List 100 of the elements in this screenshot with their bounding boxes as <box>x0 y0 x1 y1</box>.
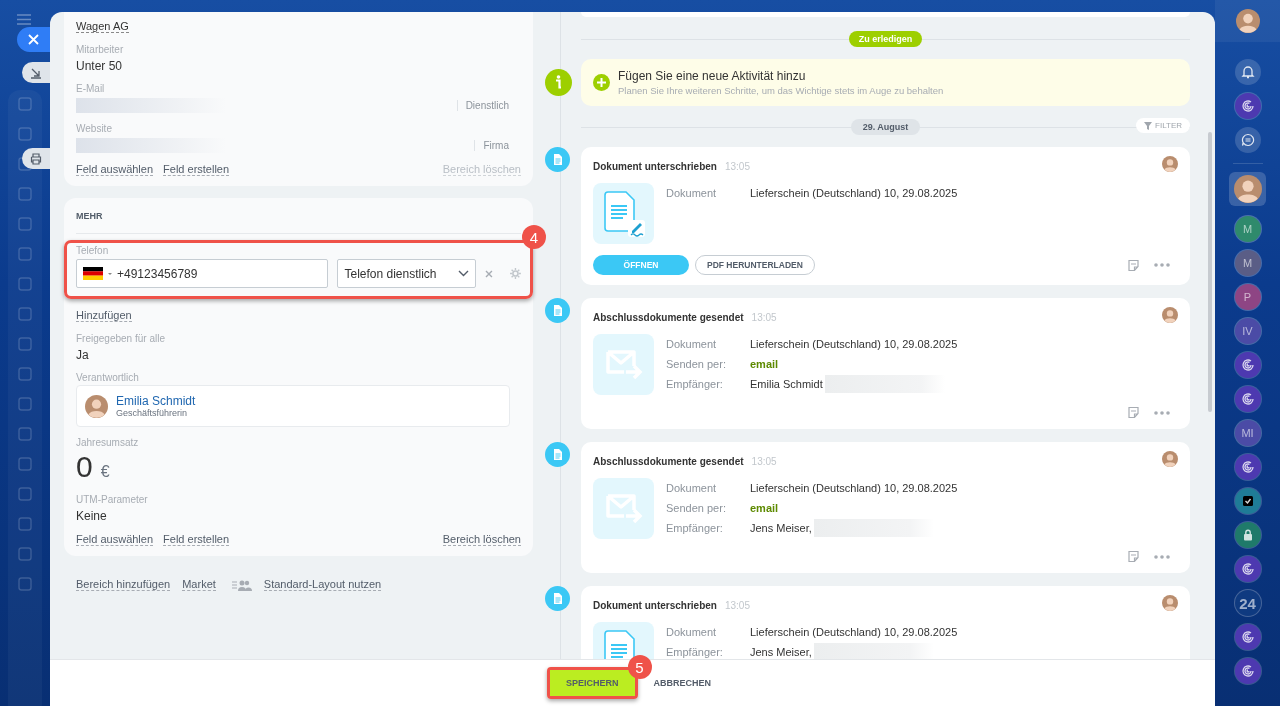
chat-icon[interactable] <box>1240 133 1255 147</box>
detail-value: Lieferschein (Deutschland) 10, 29.08.2025 <box>750 187 958 199</box>
field-label: Website <box>76 123 113 134</box>
detail-value: email <box>750 358 779 370</box>
avatar <box>85 394 108 418</box>
add-link[interactable]: Hinzufügen <box>76 309 132 322</box>
spiral-icon[interactable] <box>1240 99 1255 113</box>
add-activity-card[interactable]: Fügen Sie eine neue Aktivität hinzu Planen Sie Ihre weiteren Schritte, um das Wichtige stets im Auge zu behalten <box>581 59 1190 106</box>
field-label: Telefon <box>76 245 110 256</box>
layout-link[interactable]: Standard-Layout nutzen <box>263 578 382 591</box>
detail-label: Empfänger: <box>666 378 724 390</box>
spiral-icon[interactable] <box>1240 392 1255 406</box>
person-role: Geschäftsführerin <box>116 408 189 418</box>
avatar <box>1162 307 1178 323</box>
phone-field[interactable]: +49123456789 <box>76 259 329 288</box>
field-link[interactable]: Feld erstellen <box>163 533 230 546</box>
document-icon <box>545 147 570 172</box>
arrow-icon <box>30 66 42 79</box>
company-link[interactable]: Wagen AG <box>76 20 129 33</box>
document-icon <box>545 298 570 323</box>
note-icon[interactable] <box>1127 550 1140 563</box>
info-icon <box>545 69 572 96</box>
chat-avatar[interactable]: MI <box>1234 420 1261 446</box>
caret-icon[interactable] <box>107 270 113 277</box>
spiral-icon[interactable] <box>1240 630 1255 644</box>
activity-title: Abschlussdokumente gesendet <box>593 311 744 323</box>
add-activity-hint: Planen Sie Ihre weiteren Schritte, um das Wichtige stets im Auge zu behalten <box>618 85 944 96</box>
field-link[interactable]: Feld erstellen <box>163 163 230 176</box>
delete-section-link[interactable]: Bereich löschen <box>442 533 521 546</box>
avatar <box>1233 175 1262 203</box>
field-value: Ja <box>76 348 90 362</box>
more-icon[interactable] <box>1154 263 1170 267</box>
checkbox-icon[interactable] <box>1240 494 1255 508</box>
avatar <box>1162 156 1178 172</box>
spiral-icon[interactable] <box>1240 460 1255 474</box>
field-label: Freigegeben für alle <box>76 333 166 344</box>
type-label: Dienstlich <box>456 99 509 111</box>
document-icon <box>545 442 570 467</box>
avatar-tile[interactable] <box>1229 172 1266 206</box>
remove-icon[interactable] <box>485 269 494 278</box>
collapse-button[interactable] <box>22 62 50 83</box>
filter-icon <box>1144 121 1153 130</box>
mail-forward-icon <box>603 347 644 382</box>
currency: € <box>100 463 110 481</box>
print-button[interactable] <box>22 148 50 169</box>
chat-avatar[interactable]: IV <box>1234 318 1261 344</box>
field-link[interactable]: Feld auswählen <box>76 533 154 546</box>
detail-label: Dokument <box>666 626 718 638</box>
close-button[interactable] <box>17 27 50 52</box>
footer-link[interactable]: Bereich hinzufügen <box>76 578 171 591</box>
spiral-icon[interactable] <box>1240 358 1255 372</box>
field-label: UTM-Parameter <box>76 494 149 505</box>
detail-label: Dokument <box>666 187 718 199</box>
field-label: E-Mail <box>76 83 106 94</box>
people-icon <box>231 578 252 591</box>
step-badge: 4 <box>522 225 546 249</box>
flag-icon[interactable] <box>83 267 103 280</box>
bell-icon[interactable] <box>1240 65 1255 79</box>
activity-title: Dokument unterschrieben <box>593 599 717 611</box>
printer-icon <box>30 152 42 165</box>
detail-label: Empfänger: <box>666 522 724 534</box>
revenue-amount: 0 <box>76 450 93 484</box>
more-icon[interactable] <box>1154 410 1170 415</box>
footer-link[interactable]: Market <box>182 578 216 591</box>
field-value: Unter 50 <box>76 59 124 73</box>
activity-time: 13:05 <box>724 599 750 611</box>
field-link[interactable]: Feld auswählen <box>76 163 154 176</box>
menu-icon[interactable] <box>17 14 31 25</box>
download-button[interactable]: PDF HERUNTERLADEN <box>695 255 815 275</box>
note-icon[interactable] <box>1127 258 1140 272</box>
scrollbar[interactable] <box>1208 132 1212 412</box>
signed-document-icon <box>601 189 646 238</box>
activity-time: 13:05 <box>751 311 777 323</box>
detail-value: Lieferschein (Deutschland) 10, 29.08.2025 <box>750 338 958 350</box>
avatar <box>1162 595 1178 611</box>
avatar <box>1235 9 1260 33</box>
person-name[interactable]: Emilia Schmidt <box>116 394 196 408</box>
field-label: Jahresumsatz <box>76 437 140 448</box>
mail-forward-icon <box>603 491 644 526</box>
spiral-icon[interactable] <box>1240 562 1255 576</box>
detail-label: Empfänger: <box>666 646 724 658</box>
detail-value: Lieferschein (Deutschland) 10, 29.08.2025 <box>750 482 958 494</box>
save-button[interactable]: SPEICHERN <box>550 670 635 696</box>
cancel-button[interactable]: ABBRECHEN <box>647 677 718 689</box>
phone-type-select[interactable]: Telefon dienstlich <box>337 259 477 288</box>
more-icon[interactable] <box>1154 554 1170 559</box>
status-pill: Zu erledigen <box>848 31 923 47</box>
chat-avatar[interactable]: 24 <box>1234 590 1261 616</box>
field-label: Mitarbeiter <box>76 44 125 55</box>
spiral-icon[interactable] <box>1240 664 1255 678</box>
chat-avatar[interactable]: P <box>1234 284 1261 310</box>
note-icon[interactable] <box>1127 406 1140 419</box>
chat-avatar[interactable]: M <box>1234 250 1261 276</box>
detail-value: Emilia Schmidt <box>750 378 823 390</box>
document-icon <box>545 586 570 611</box>
date-pill: 29. August <box>850 119 921 135</box>
settings-icon[interactable] <box>510 268 521 279</box>
detail-label: Dokument <box>666 482 718 494</box>
add-icon[interactable] <box>593 74 610 91</box>
close-icon <box>28 34 39 45</box>
